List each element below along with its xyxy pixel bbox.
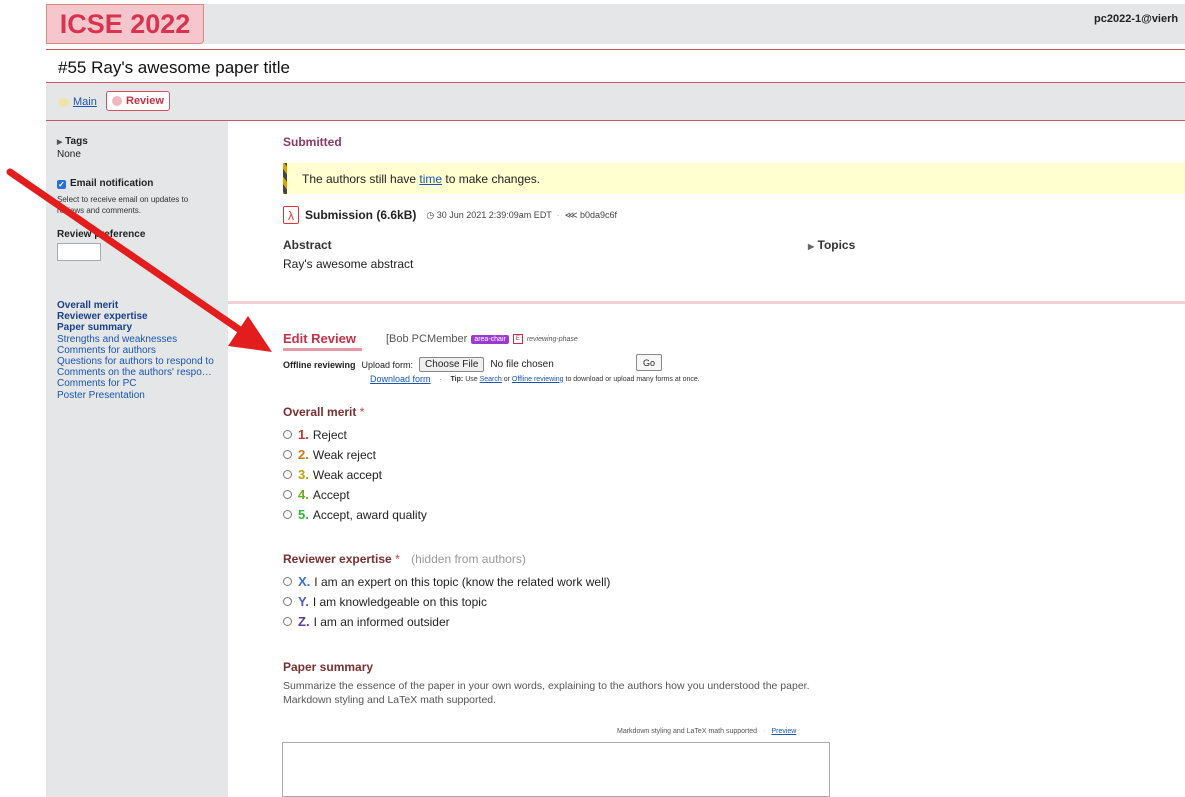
option-number: 1. — [298, 427, 309, 442]
tip-rest: to download or upload many forms at once… — [565, 375, 700, 383]
overall-merit-option[interactable]: 3. Weak accept — [283, 467, 382, 482]
overall-merit-option[interactable]: 1. Reject — [283, 427, 347, 442]
overall-merit-option[interactable]: 2. Weak reject — [283, 447, 376, 462]
overall-merit-option[interactable]: 5. Accept, award quality — [283, 507, 427, 522]
paper-summary-tools: Markdown styling and LaTeX math supporte… — [617, 728, 797, 735]
go-button[interactable]: Go — [636, 354, 662, 371]
overall-merit-heading: Overall merit * — [283, 405, 364, 419]
notice-text: The authors still have time to make chan… — [302, 172, 540, 186]
timestamp-text: 30 Jun 2021 2:39:09am EDT — [436, 209, 552, 220]
choose-file-button[interactable]: Choose File — [419, 357, 485, 372]
no-file-text: No file chosen — [490, 359, 554, 370]
paper-summary-desc-text: Summarize the essence of the paper in yo… — [283, 680, 810, 692]
radio-button[interactable] — [283, 470, 292, 479]
option-number: 5. — [298, 507, 309, 522]
arrow-head — [228, 316, 272, 352]
radio-button[interactable] — [283, 450, 292, 459]
option-number: Y. — [298, 594, 309, 609]
tip-prefix: Tip: — [450, 375, 464, 383]
download-form-link[interactable]: Download form — [370, 374, 431, 384]
reviewer-expertise-option[interactable]: X. I am an expert on this topic (know the… — [283, 574, 610, 589]
option-number: 2. — [298, 447, 309, 462]
option-label: I am an expert on this topic (know the r… — [314, 574, 611, 589]
option-label: Accept — [312, 487, 350, 502]
topics-label: Topics — [817, 238, 856, 252]
option-label: Reject — [312, 427, 347, 442]
overall-merit-label: Overall merit — [283, 405, 357, 419]
option-number: 4. — [298, 487, 309, 502]
submission-link[interactable]: Submission (6.6kB) — [305, 208, 416, 222]
toc-item[interactable]: Comments for PC — [57, 378, 225, 389]
clock-icon: ◷ — [426, 209, 435, 220]
section-separator — [228, 301, 1185, 304]
tip-offline-link[interactable]: Offline reviewing — [512, 376, 564, 383]
radio-button[interactable] — [283, 430, 292, 439]
preview-link[interactable]: Preview — [771, 728, 796, 735]
hidden-from-authors-note: (hidden from authors) — [411, 552, 526, 566]
submission-line: λ Submission (6.6kB) ◷ 30 Jun 2021 2:39:… — [283, 206, 617, 224]
download-row: Download form · Tip: Use Search or Offli… — [370, 374, 700, 384]
offline-reviewing-row: Offline reviewing Upload form: Choose Fi… — [283, 357, 554, 372]
reviewer-expertise-label: Reviewer expertise — [283, 552, 392, 566]
overall-merit-option[interactable]: 4. Accept — [283, 487, 350, 502]
area-chair-badge: area-chair — [471, 334, 509, 344]
account-email[interactable]: pc2022-1@vierh — [1094, 13, 1178, 25]
hash-icon: ⋘ — [564, 209, 578, 220]
radio-button[interactable] — [283, 490, 292, 499]
option-label: I am an informed outsider — [313, 614, 450, 629]
reviewer-expertise-heading: Reviewer expertise * (hidden from author… — [283, 552, 526, 566]
reviewer-name: [Bob PCMember — [386, 333, 468, 345]
toc-item[interactable]: Poster Presentation — [57, 390, 225, 401]
option-number: 3. — [298, 467, 309, 482]
reviewer-info: [Bob PCMember area-chair E reviewing-pha… — [386, 333, 578, 345]
option-label: Weak reject — [312, 447, 376, 462]
notice-time-link[interactable]: time — [419, 172, 442, 186]
option-label: Accept, award quality — [312, 507, 427, 522]
tip-search-link[interactable]: Search — [480, 376, 502, 383]
upload-form-label: Upload form: — [361, 359, 414, 370]
notice-suffix: to make changes. — [445, 172, 541, 186]
triangle-right-icon: ▶ — [808, 242, 815, 251]
reviewer-expertise-option[interactable]: Z. I am an informed outsider — [283, 614, 450, 629]
notice-prefix: The authors still have — [302, 172, 417, 186]
tip-or: or — [503, 375, 510, 383]
radio-button[interactable] — [283, 597, 292, 606]
review-phase: reviewing-phase — [526, 335, 578, 343]
radio-button[interactable] — [283, 577, 292, 586]
required-marker: * — [359, 405, 365, 419]
paper-summary-description: Summarize the essence of the paper in yo… — [283, 679, 831, 707]
reviewer-expertise-option[interactable]: Y. I am knowledgeable on this topic — [283, 594, 487, 609]
option-number: X. — [298, 574, 311, 589]
arrow-shaft — [6, 168, 244, 334]
tip-use: Use — [465, 375, 478, 383]
phase-icon: E — [512, 334, 523, 344]
submission-hash: b0da9c6f — [580, 209, 618, 220]
paper-summary-heading: Paper summary — [283, 660, 374, 674]
radio-button[interactable] — [283, 617, 292, 626]
option-label: I am knowledgeable on this topic — [312, 594, 487, 609]
submission-timestamp: ◷ 30 Jun 2021 2:39:09am EDT · ⋘ b0da9c6f — [426, 209, 618, 220]
required-marker: * — [395, 552, 400, 566]
tip-text: Tip: Use Search or Offline reviewing to … — [451, 376, 700, 383]
abstract-text: Ray's awesome abstract — [283, 257, 414, 271]
offline-reviewing-label: Offline reviewing — [283, 359, 356, 370]
toc-item[interactable]: Comments on the authors' respo… — [57, 367, 225, 378]
markdown-tools-note: Markdown styling and LaTeX math supporte… — [617, 728, 758, 735]
option-number: Z. — [298, 614, 310, 629]
option-label: Weak accept — [312, 467, 382, 482]
red-arrow-annotation — [6, 168, 272, 352]
markdown-note: Markdown styling and LaTeX math supporte… — [283, 694, 497, 706]
topics-toggle[interactable]: ▶ Topics — [808, 238, 855, 252]
radio-button[interactable] — [283, 510, 292, 519]
paper-summary-textarea[interactable] — [282, 742, 830, 797]
